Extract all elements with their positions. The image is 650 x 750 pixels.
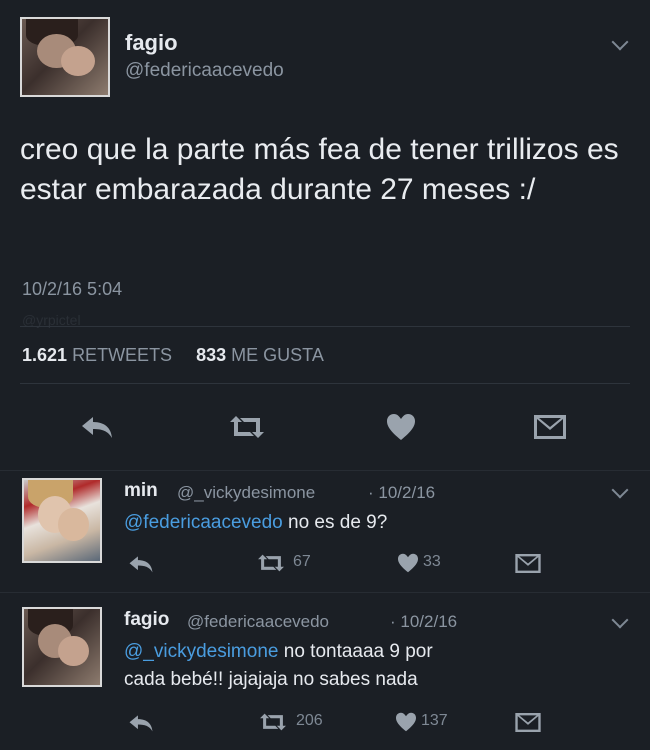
divider bbox=[20, 326, 630, 327]
heart-icon[interactable] bbox=[386, 413, 416, 441]
reply-icon[interactable] bbox=[80, 414, 114, 440]
author-name[interactable]: min bbox=[124, 480, 158, 502]
likes-label[interactable]: ME GUSTA bbox=[231, 345, 324, 365]
reply-icon[interactable] bbox=[128, 554, 154, 574]
reply-body: no tontaaaa 9 por bbox=[278, 641, 433, 662]
timestamp[interactable]: 10/2/16 5:04 bbox=[22, 279, 122, 300]
dm-icon[interactable] bbox=[534, 415, 566, 439]
reply-icon[interactable] bbox=[128, 713, 154, 733]
chevron-down-icon[interactable] bbox=[611, 33, 629, 51]
like-count: 33 bbox=[423, 553, 441, 570]
author-handle[interactable]: @federicaacevedo bbox=[187, 612, 329, 632]
author-name[interactable]: fagio bbox=[125, 30, 178, 56]
retweet-icon[interactable] bbox=[255, 553, 287, 573]
divider bbox=[0, 470, 650, 471]
reply-body-line2: cada bebé!! jajajaja no sabes nada bbox=[124, 669, 418, 690]
retweet-count: 67 bbox=[293, 553, 311, 570]
reply-body: no es de 9? bbox=[282, 512, 388, 533]
dm-icon[interactable] bbox=[515, 554, 541, 573]
mention-link[interactable]: @_vickydesimone bbox=[124, 641, 278, 662]
dm-icon[interactable] bbox=[515, 713, 541, 732]
author-handle[interactable]: @federicaacevedo bbox=[125, 60, 284, 82]
engagement-stats: 1.621 RETWEETS 833 ME GUSTA bbox=[22, 345, 324, 366]
divider bbox=[20, 383, 630, 384]
author-name[interactable]: fagio bbox=[124, 609, 169, 631]
heart-icon[interactable] bbox=[397, 553, 419, 573]
reply-date[interactable]: · 10/2/16 bbox=[368, 483, 435, 503]
retweets-count[interactable]: 1.621 bbox=[22, 345, 67, 365]
reply-text: @_vickydesimone no tontaaaa 9 por cada b… bbox=[124, 638, 433, 694]
retweet-icon[interactable] bbox=[226, 414, 268, 440]
chevron-down-icon[interactable] bbox=[611, 611, 629, 629]
retweet-icon[interactable] bbox=[257, 712, 289, 732]
retweets-label[interactable]: RETWEETS bbox=[72, 345, 172, 365]
avatar[interactable] bbox=[22, 607, 102, 687]
likes-count[interactable]: 833 bbox=[196, 345, 226, 365]
mention-link[interactable]: @federicaacevedo bbox=[124, 512, 283, 533]
avatar[interactable] bbox=[20, 17, 110, 97]
main-tweet: fagio @federicaacevedo creo que la parte… bbox=[0, 0, 650, 470]
chevron-down-icon[interactable] bbox=[611, 481, 629, 499]
divider bbox=[0, 592, 650, 593]
like-count: 137 bbox=[421, 712, 448, 729]
reply-date[interactable]: · 10/2/16 bbox=[390, 612, 457, 632]
heart-icon[interactable] bbox=[395, 712, 417, 732]
avatar[interactable] bbox=[22, 478, 102, 563]
retweet-count: 206 bbox=[296, 712, 323, 729]
reply-text: @federicaacevedo no es de 9? bbox=[124, 509, 387, 537]
tweet-text: creo que la parte más fea de tener trill… bbox=[20, 133, 619, 206]
author-handle[interactable]: @_vickydesimone bbox=[177, 483, 315, 503]
